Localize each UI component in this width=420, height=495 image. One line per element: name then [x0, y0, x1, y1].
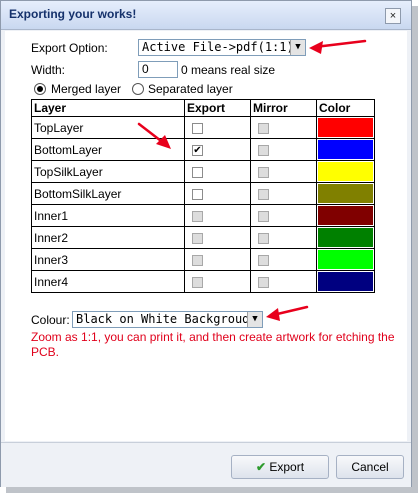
annotation-arrows	[137, 39, 367, 321]
export-panel: Export Option: Active File->pdf(1:1) ▼ W…	[5, 31, 407, 441]
check-icon: ✔	[255, 460, 267, 474]
button-bar: ✔ Export Cancel	[1, 442, 411, 487]
cancel-button[interactable]: Cancel	[336, 455, 404, 479]
export-dialog: Exporting your works! × Export Option: A…	[0, 0, 412, 487]
close-icon[interactable]: ×	[385, 8, 401, 24]
export-button-label: Export	[269, 460, 305, 474]
title-bar[interactable]: Exporting your works! ×	[1, 1, 411, 30]
dialog-title: Exporting your works!	[9, 7, 137, 21]
export-button[interactable]: ✔ Export	[231, 455, 329, 479]
